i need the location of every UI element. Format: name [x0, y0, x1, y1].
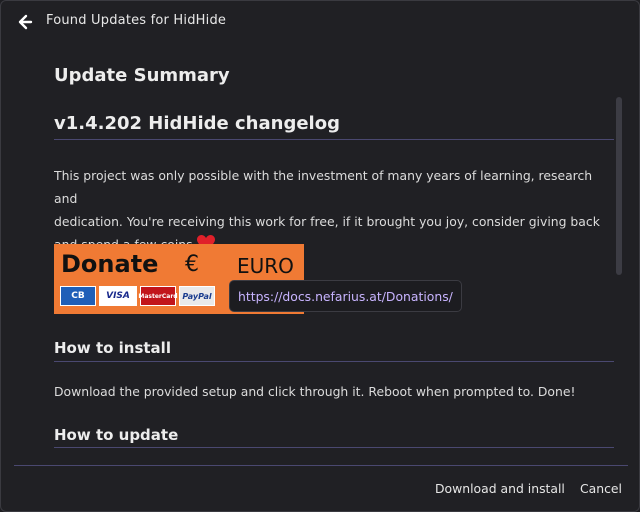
card-paypal: PayPal: [179, 286, 215, 306]
changelog-content: Update Summary v1.4.202 HidHide changelo…: [54, 43, 614, 463]
footer-divider: [14, 465, 628, 466]
donate-word: Donate: [61, 250, 159, 278]
version-heading: v1.4.202 HidHide changelog: [54, 113, 340, 134]
link-tooltip: https://docs.nefarius.at/Donations/: [229, 280, 462, 312]
card-cb: CB: [60, 286, 96, 306]
how-to-install-heading: How to install: [54, 339, 171, 357]
paragraph-line: dedication. You're receiving this work f…: [54, 214, 600, 229]
card-mastercard: MasterCard: [138, 286, 178, 306]
download-and-install-button[interactable]: Download and install: [435, 477, 565, 499]
update-heading-divider: [54, 447, 614, 448]
update-summary-heading: Update Summary: [54, 65, 230, 86]
cancel-button[interactable]: Cancel: [580, 477, 622, 499]
install-heading-divider: [54, 361, 614, 362]
version-heading-divider: [54, 139, 614, 140]
paragraph-line: This project was only possible with the …: [54, 168, 593, 206]
euro-sign: €: [185, 252, 199, 277]
title-bar: Found Updates for HidHide: [1, 1, 640, 43]
how-to-update-heading: How to update: [54, 426, 179, 444]
payment-cards: CB VISA MasterCard PayPal: [60, 286, 215, 306]
install-instructions: Download the provided setup and click th…: [54, 384, 576, 399]
back-button[interactable]: [15, 12, 35, 32]
card-visa: VISA: [99, 286, 137, 306]
update-dialog-window: Found Updates for HidHide Update Summary…: [0, 0, 640, 512]
content-scrollbar[interactable]: [616, 97, 622, 275]
euro-word: EURO: [237, 254, 294, 278]
window-title: Found Updates for HidHide: [46, 13, 227, 28]
back-arrow-icon: [18, 14, 33, 30]
